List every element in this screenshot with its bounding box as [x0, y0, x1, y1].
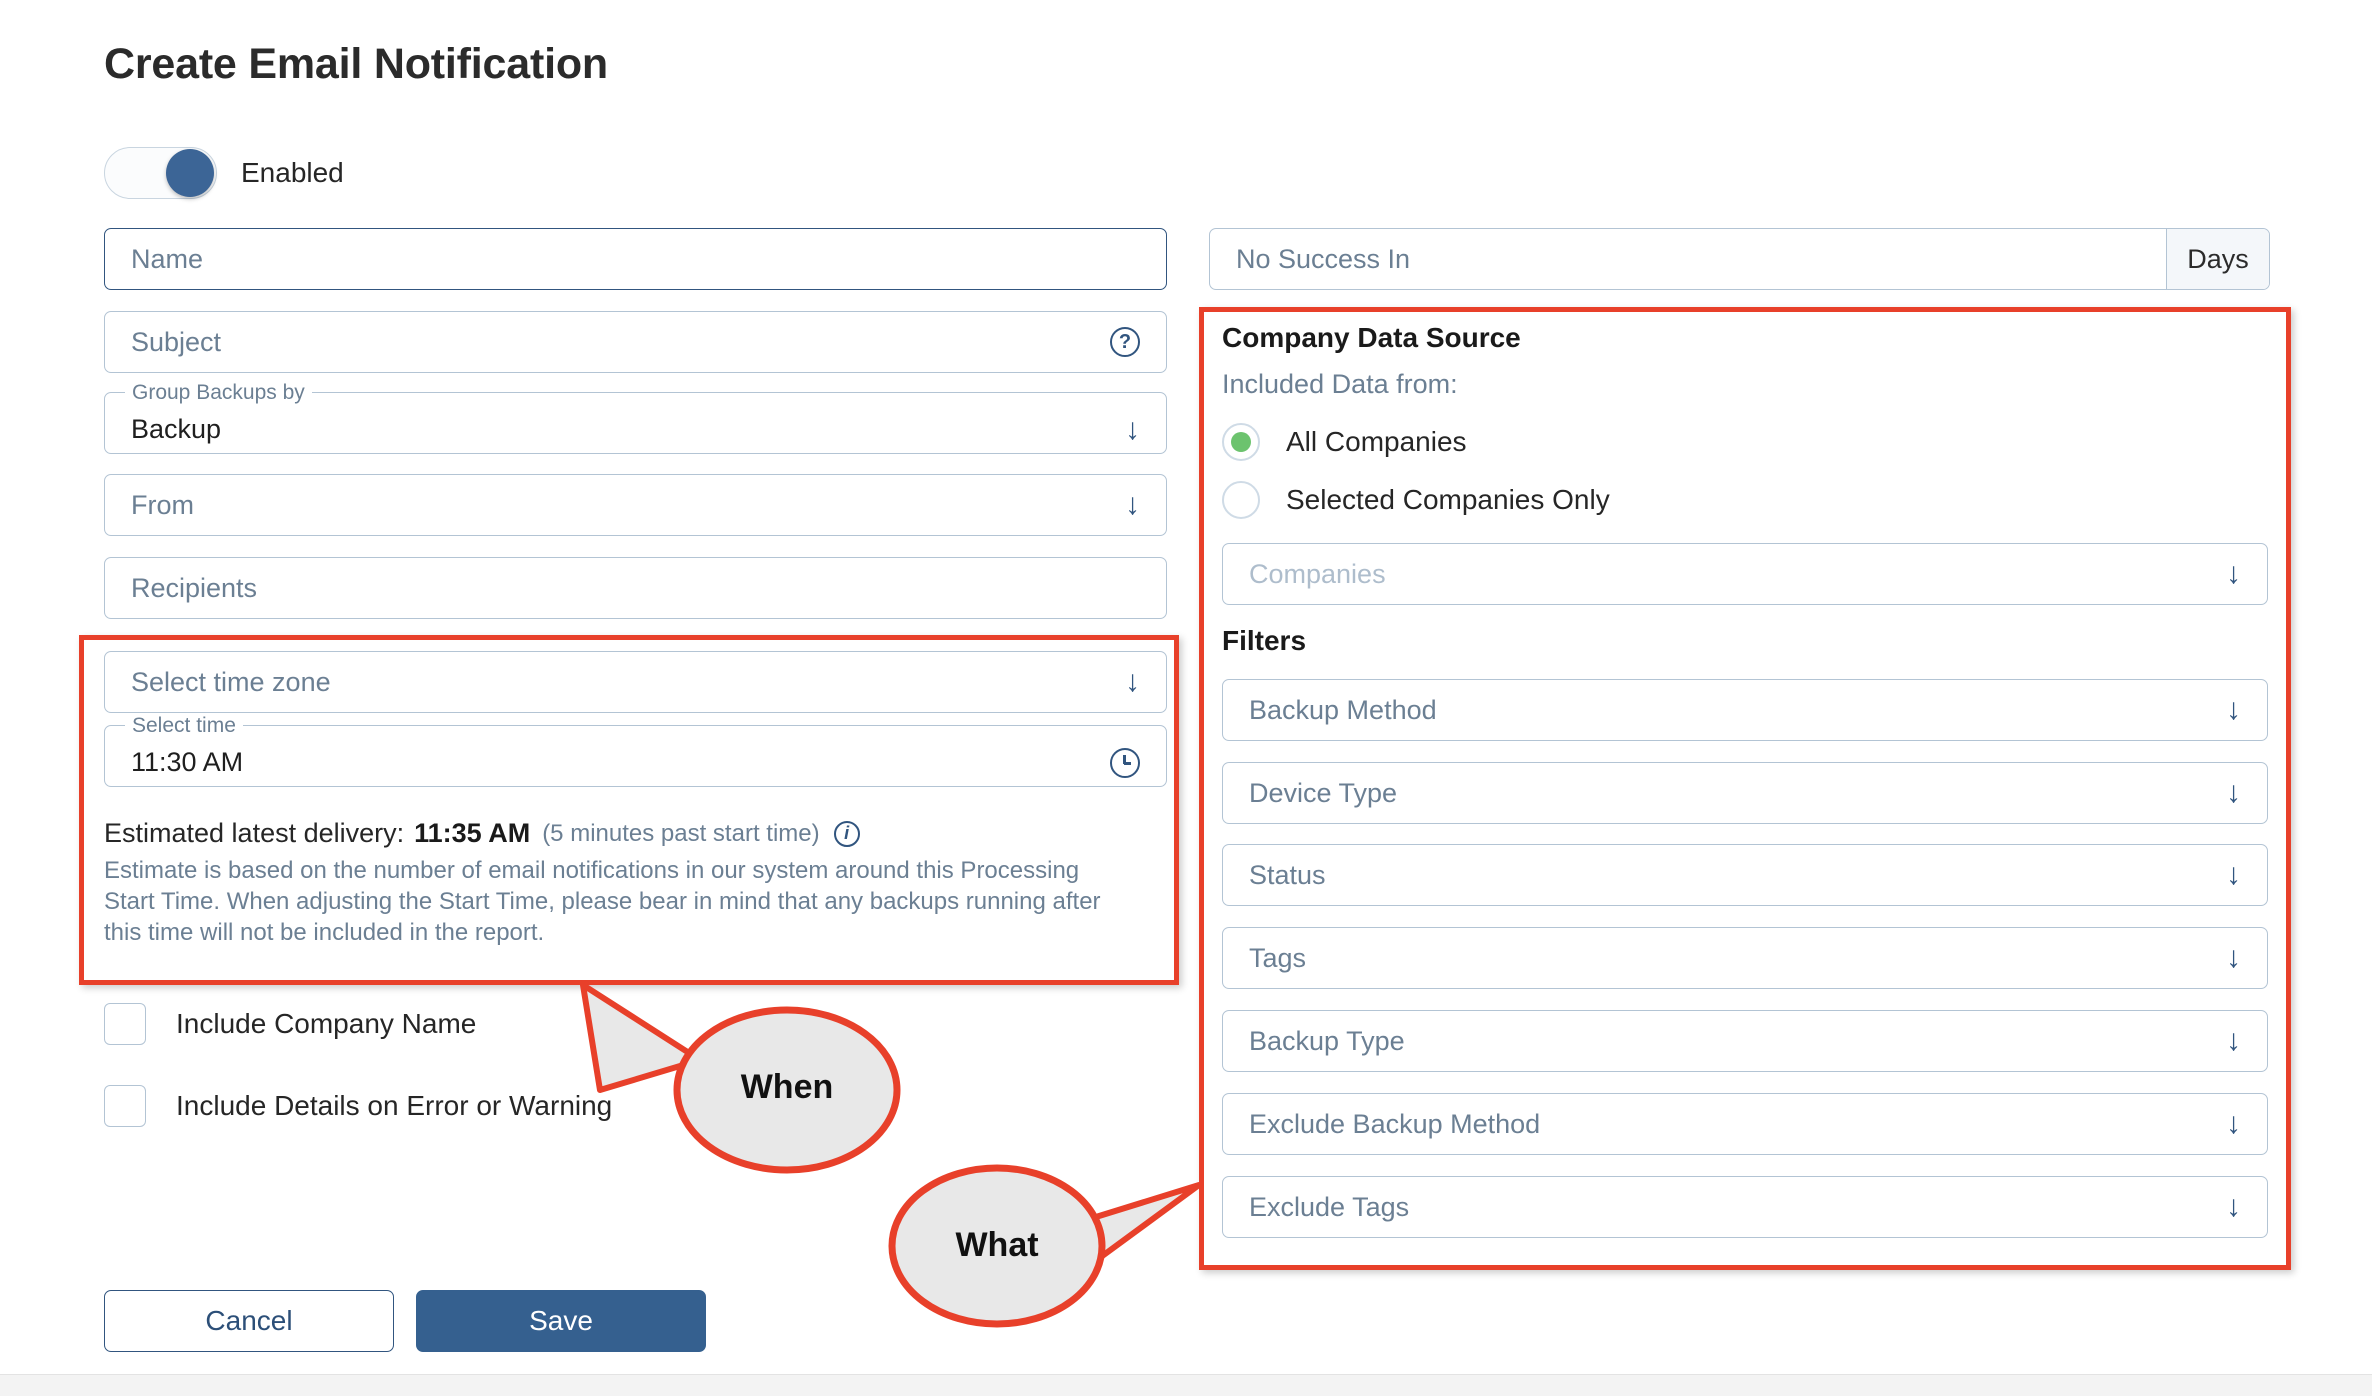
- estimate-note: Estimate is based on the number of email…: [104, 857, 1101, 946]
- filter-backup-method-placeholder: Backup Method: [1249, 694, 1437, 725]
- toggle-knob: [166, 149, 214, 197]
- chevron-down-icon[interactable]: ↓: [2226, 943, 2241, 973]
- filter-backup-method[interactable]: Backup Method ↓: [1222, 679, 2268, 741]
- info-circle-icon[interactable]: i: [833, 820, 860, 847]
- subject-input[interactable]: Subject ?: [104, 311, 1167, 373]
- include-company-name-checkbox[interactable]: [104, 1003, 146, 1045]
- page-bottom-strip: [0, 1374, 2372, 1396]
- radio-all-companies-label: All Companies: [1286, 426, 1467, 457]
- chevron-down-icon[interactable]: ↓: [2226, 778, 2241, 808]
- estimate-time: 11:35 AM: [414, 818, 531, 848]
- filter-device-type[interactable]: Device Type ↓: [1222, 762, 2268, 824]
- from-arrow-wrapper: ↓: [1125, 490, 1140, 520]
- filter-exclude-tags[interactable]: Exclude Tags ↓: [1222, 1176, 2268, 1238]
- include-company-name-checkbox-row[interactable]: Include Company Name: [104, 1003, 476, 1045]
- filter-backup-type-arrow-wrapper: ↓: [2226, 1026, 2241, 1056]
- filter-exclude-tags-placeholder: Exclude Tags: [1249, 1191, 1410, 1222]
- what-callout-label: What: [955, 1226, 1039, 1264]
- filter-exclude-tags-arrow-wrapper: ↓: [2226, 1192, 2241, 1222]
- chevron-down-icon[interactable]: ↓: [2226, 695, 2241, 725]
- filter-device-type-placeholder: Device Type: [1249, 777, 1398, 808]
- filter-backup-type[interactable]: Backup Type ↓: [1222, 1010, 2268, 1072]
- filter-device-type-arrow-wrapper: ↓: [2226, 778, 2241, 808]
- subject-help-wrapper: ?: [1110, 327, 1140, 357]
- filter-status-placeholder: Status: [1249, 859, 1326, 890]
- filter-exclude-backup-method-placeholder: Exclude Backup Method: [1249, 1108, 1541, 1139]
- radio-selected-dot: [1231, 432, 1251, 452]
- radio-selected-companies-label: Selected Companies Only: [1286, 484, 1610, 515]
- no-success-in-input[interactable]: No Success In: [1210, 229, 2166, 289]
- radio-all-companies[interactable]: All Companies: [1222, 423, 1467, 461]
- name-placeholder: Name: [131, 243, 204, 274]
- subject-placeholder: Subject: [131, 326, 222, 357]
- clock-icon[interactable]: [1110, 748, 1140, 778]
- include-company-name-label: Include Company Name: [176, 1008, 477, 1039]
- chevron-down-icon[interactable]: ↓: [1125, 667, 1140, 697]
- chevron-down-icon[interactable]: ↓: [2226, 1192, 2241, 1222]
- chevron-down-icon[interactable]: ↓: [1125, 490, 1140, 520]
- company-data-source-title: Company Data Source: [1222, 322, 1521, 353]
- filter-status-arrow-wrapper: ↓: [2226, 860, 2241, 890]
- companies-select[interactable]: Companies ↓: [1222, 543, 2268, 605]
- chevron-down-icon[interactable]: ↓: [2226, 1109, 2241, 1139]
- chevron-down-icon[interactable]: ↓: [2226, 860, 2241, 890]
- chevron-down-icon[interactable]: ↓: [1125, 415, 1140, 445]
- save-button[interactable]: Save: [416, 1290, 706, 1352]
- from-placeholder: From: [131, 489, 194, 520]
- filter-tags-arrow-wrapper: ↓: [2226, 943, 2241, 973]
- no-success-in-field[interactable]: No Success In Days: [1209, 228, 2270, 290]
- recipients-input[interactable]: Recipients: [104, 557, 1167, 619]
- filter-tags-placeholder: Tags: [1249, 942, 1307, 973]
- cancel-button[interactable]: Cancel: [104, 1290, 394, 1352]
- name-input[interactable]: Name: [104, 228, 1167, 290]
- filter-backup-type-placeholder: Backup Type: [1249, 1025, 1405, 1056]
- group-backups-by-legend: Group Backups by: [125, 380, 312, 406]
- when-callout-tail: [580, 982, 703, 1093]
- chevron-down-icon[interactable]: ↓: [2226, 559, 2241, 589]
- page-title: Create Email Notification: [104, 40, 608, 88]
- no-success-in-days-suffix: Days: [2166, 229, 2269, 289]
- select-time-icon-wrapper: [1110, 748, 1140, 778]
- enabled-toggle-row: Enabled: [104, 147, 344, 199]
- include-details-label: Include Details on Error or Warning: [176, 1090, 613, 1121]
- estimate-prefix: Estimated latest delivery:: [104, 818, 405, 848]
- filter-exclude-backup-method-arrow-wrapper: ↓: [2226, 1109, 2241, 1139]
- estimated-delivery-line: Estimated latest delivery: 11:35 AM (5 m…: [104, 818, 860, 849]
- estimate-suffix: (5 minutes past start time): [542, 819, 820, 847]
- time-zone-arrow-wrapper: ↓: [1125, 667, 1140, 697]
- group-backups-by-select[interactable]: Group Backups by Backup ↓: [104, 380, 1167, 454]
- filter-exclude-backup-method[interactable]: Exclude Backup Method ↓: [1222, 1093, 2268, 1155]
- enabled-toggle[interactable]: [104, 147, 217, 199]
- filters-title: Filters: [1222, 625, 1307, 656]
- filter-tags[interactable]: Tags ↓: [1222, 927, 2268, 989]
- radio-selected-companies-control[interactable]: [1222, 481, 1260, 519]
- from-select[interactable]: From ↓: [104, 474, 1167, 536]
- chevron-down-icon[interactable]: ↓: [2226, 1026, 2241, 1056]
- time-zone-placeholder: Select time zone: [131, 666, 331, 697]
- select-time-value: 11:30 AM: [131, 747, 244, 777]
- when-callout-label: When: [740, 1068, 834, 1106]
- group-backups-by-value: Backup: [131, 414, 222, 444]
- filter-status[interactable]: Status ↓: [1222, 844, 2268, 906]
- radio-selected-companies-only[interactable]: Selected Companies Only: [1222, 481, 1610, 519]
- select-time-legend: Select time: [125, 713, 243, 739]
- select-time-input[interactable]: Select time 11:30 AM: [104, 713, 1167, 787]
- enabled-toggle-label: Enabled: [241, 157, 344, 188]
- companies-arrow-wrapper: ↓: [2226, 559, 2241, 589]
- include-details-checkbox-row[interactable]: Include Details on Error or Warning: [104, 1085, 612, 1127]
- group-backups-by-arrow-wrapper: ↓: [1125, 415, 1140, 445]
- time-zone-select[interactable]: Select time zone ↓: [104, 651, 1167, 713]
- question-mark-circle-icon[interactable]: ?: [1110, 327, 1140, 357]
- email-notification-form-page: Create Email Notification Enabled Name S…: [0, 0, 2372, 1396]
- include-details-checkbox[interactable]: [104, 1085, 146, 1127]
- companies-placeholder: Companies: [1249, 558, 1386, 589]
- recipients-placeholder: Recipients: [131, 572, 258, 603]
- filter-backup-method-arrow-wrapper: ↓: [2226, 695, 2241, 725]
- radio-all-companies-control[interactable]: [1222, 423, 1260, 461]
- included-data-from-label: Included Data from:: [1222, 369, 1458, 399]
